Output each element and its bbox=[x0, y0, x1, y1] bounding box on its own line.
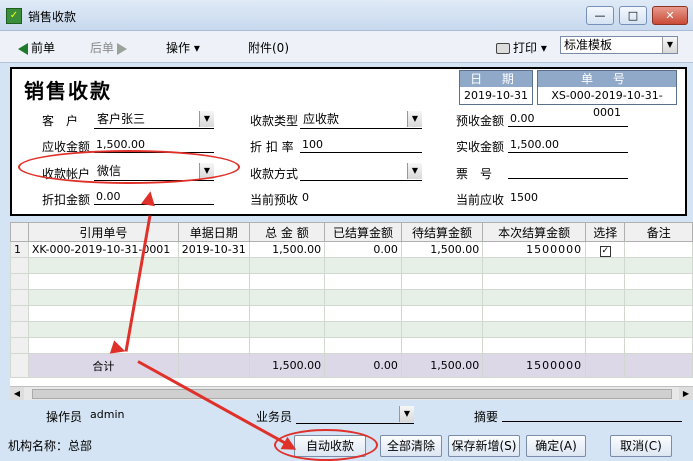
settled-cell[interactable]: 0.00 bbox=[324, 241, 402, 258]
printer-icon bbox=[496, 43, 510, 54]
memo-field[interactable] bbox=[502, 406, 682, 422]
ref-no-cell[interactable]: XK-000-2019-10-31-0001 bbox=[27, 241, 179, 258]
customer-label: 客 户 bbox=[42, 114, 79, 128]
prepay-label: 预收金额 bbox=[456, 114, 505, 128]
table-row[interactable] bbox=[10, 321, 693, 338]
annotation-arrowhead-up bbox=[141, 189, 158, 207]
scroll-right-icon[interactable]: ▶ bbox=[679, 387, 693, 401]
current-prepay-value: 0 bbox=[302, 191, 309, 204]
checkbox[interactable]: ✓ bbox=[599, 245, 611, 257]
col-header[interactable]: 本次结算金额 bbox=[482, 222, 587, 242]
table-row[interactable] bbox=[10, 305, 693, 322]
col-header[interactable]: 已结算金额 bbox=[324, 222, 402, 242]
next-bill-button[interactable]: 后单 bbox=[90, 39, 128, 56]
col-header[interactable]: 选择 bbox=[585, 222, 626, 242]
sum-label: 合计 bbox=[27, 353, 179, 378]
date-box: 日 期 2019-10-31 bbox=[459, 70, 533, 105]
chevron-down-icon: ▼ bbox=[199, 111, 214, 127]
annotation-ellipse-account bbox=[18, 150, 240, 184]
chevron-down-icon: ▼ bbox=[407, 163, 422, 179]
salesman-select[interactable]: ▼ bbox=[296, 406, 414, 424]
clear-all-button[interactable]: 全部清除 bbox=[380, 435, 442, 457]
sum-current: 1500000 bbox=[482, 353, 587, 378]
col-header[interactable]: 总 金 额 bbox=[248, 222, 326, 242]
ok-button[interactable]: 确定(A) bbox=[526, 435, 586, 457]
row-number: 1 bbox=[10, 241, 29, 258]
date-cell[interactable]: 2019-10-31 bbox=[177, 241, 250, 258]
col-header[interactable]: 备注 bbox=[624, 222, 693, 242]
note-cell[interactable] bbox=[624, 241, 693, 258]
actual-label: 实收金额 bbox=[456, 140, 505, 154]
salesman-label: 业务员 bbox=[256, 410, 293, 424]
horizontal-scrollbar[interactable]: ◀ ▶ bbox=[10, 386, 693, 401]
sum-total: 1,500.00 bbox=[248, 353, 326, 378]
title-bar: ✓ 销售收款 — □ ✕ bbox=[0, 0, 693, 31]
table-row[interactable]: 1 XK-000-2019-10-31-0001 2019-10-31 1,50… bbox=[10, 241, 693, 258]
operator-value: admin bbox=[90, 408, 125, 421]
col-header[interactable]: 待结算金额 bbox=[400, 222, 484, 242]
customer-select[interactable]: 客户张三 ▼ bbox=[94, 111, 214, 129]
current-prepay-label: 当前预收 bbox=[250, 193, 299, 207]
table-row[interactable] bbox=[10, 289, 693, 306]
chevron-down-icon: ▼ bbox=[399, 406, 414, 422]
col-header[interactable]: 单据日期 bbox=[177, 222, 250, 242]
invoice-label: 票 号 bbox=[456, 167, 493, 181]
arrow-left-icon bbox=[18, 42, 28, 55]
sum-row: 合计 1,500.00 0.00 1,500.00 1500000 bbox=[10, 353, 693, 378]
org-status: 机构名称：总部 bbox=[8, 439, 93, 453]
col-header[interactable]: 引用单号 bbox=[27, 222, 179, 242]
method-label: 收款方式 bbox=[250, 167, 299, 181]
save-new-button[interactable]: 保存新增(S) bbox=[448, 435, 520, 457]
actual-field[interactable]: 1,500.00 bbox=[508, 137, 628, 153]
window-title: 销售收款 bbox=[28, 10, 77, 24]
prev-bill-button[interactable]: 前单 bbox=[18, 39, 55, 56]
scroll-thumb[interactable] bbox=[32, 389, 672, 399]
chevron-down-icon: ▼ bbox=[662, 37, 677, 53]
bill-no-field[interactable]: XS-000-2019-10-31-0001 bbox=[538, 87, 676, 119]
select-cell[interactable]: ✓ bbox=[585, 241, 626, 258]
current-cell[interactable]: 1500000 bbox=[482, 241, 587, 258]
sum-settled: 0.00 bbox=[324, 353, 402, 378]
toolbar: 前单 后单 操作 ▾ 附件(0) 打印 ▾ 标准模板 ▼ bbox=[0, 31, 693, 63]
method-select[interactable]: ▼ bbox=[300, 163, 422, 181]
table-row[interactable] bbox=[10, 257, 693, 274]
detail-grid: 引用单号 单据日期 总 金 额 已结算金额 待结算金额 本次结算金额 选择 备注… bbox=[10, 222, 693, 386]
minimize-button[interactable]: — bbox=[586, 6, 614, 25]
page-title: 销售收款 bbox=[24, 79, 112, 103]
discount-label: 折扣金额 bbox=[42, 193, 91, 207]
close-button[interactable]: ✕ bbox=[652, 6, 688, 25]
rate-label: 折 扣 率 bbox=[250, 140, 294, 154]
type-label: 收款类型 bbox=[250, 114, 299, 128]
bill-header-panel: 销售收款 日 期 2019-10-31 单 号 XS-000-2019-10-3… bbox=[10, 67, 687, 216]
total-cell[interactable]: 1,500.00 bbox=[248, 241, 326, 258]
prepay-field[interactable]: 0.00 bbox=[508, 111, 628, 127]
chevron-down-icon: ▼ bbox=[407, 111, 422, 127]
type-select[interactable]: 应收款 ▼ bbox=[300, 111, 422, 129]
table-row[interactable] bbox=[10, 273, 693, 290]
current-receivable-label: 当前应收 bbox=[456, 193, 505, 207]
template-select[interactable]: 标准模板 ▼ bbox=[560, 36, 678, 54]
date-field[interactable]: 2019-10-31 bbox=[460, 87, 532, 104]
print-button[interactable]: 打印 ▾ bbox=[496, 39, 547, 56]
sum-pending: 1,500.00 bbox=[400, 353, 484, 378]
invoice-field[interactable] bbox=[508, 163, 628, 179]
attachment-button[interactable]: 附件(0) bbox=[248, 39, 289, 56]
cancel-button[interactable]: 取消(C) bbox=[610, 435, 672, 457]
operate-menu[interactable]: 操作 ▾ bbox=[166, 39, 200, 56]
operator-label: 操作员 bbox=[46, 410, 83, 424]
arrow-right-icon bbox=[117, 42, 128, 55]
scroll-left-icon[interactable]: ◀ bbox=[10, 387, 24, 401]
bill-no-box: 单 号 XS-000-2019-10-31-0001 bbox=[537, 70, 677, 119]
maximize-button[interactable]: □ bbox=[619, 6, 647, 25]
app-logo-icon: ✓ bbox=[6, 8, 22, 24]
rate-field[interactable]: 100 bbox=[300, 137, 422, 153]
table-header: 引用单号 单据日期 总 金 额 已结算金额 待结算金额 本次结算金额 选择 备注 bbox=[10, 222, 693, 242]
current-receivable-value: 1500 bbox=[510, 191, 538, 204]
memo-label: 摘要 bbox=[474, 410, 499, 424]
pending-cell[interactable]: 1,500.00 bbox=[400, 241, 484, 258]
